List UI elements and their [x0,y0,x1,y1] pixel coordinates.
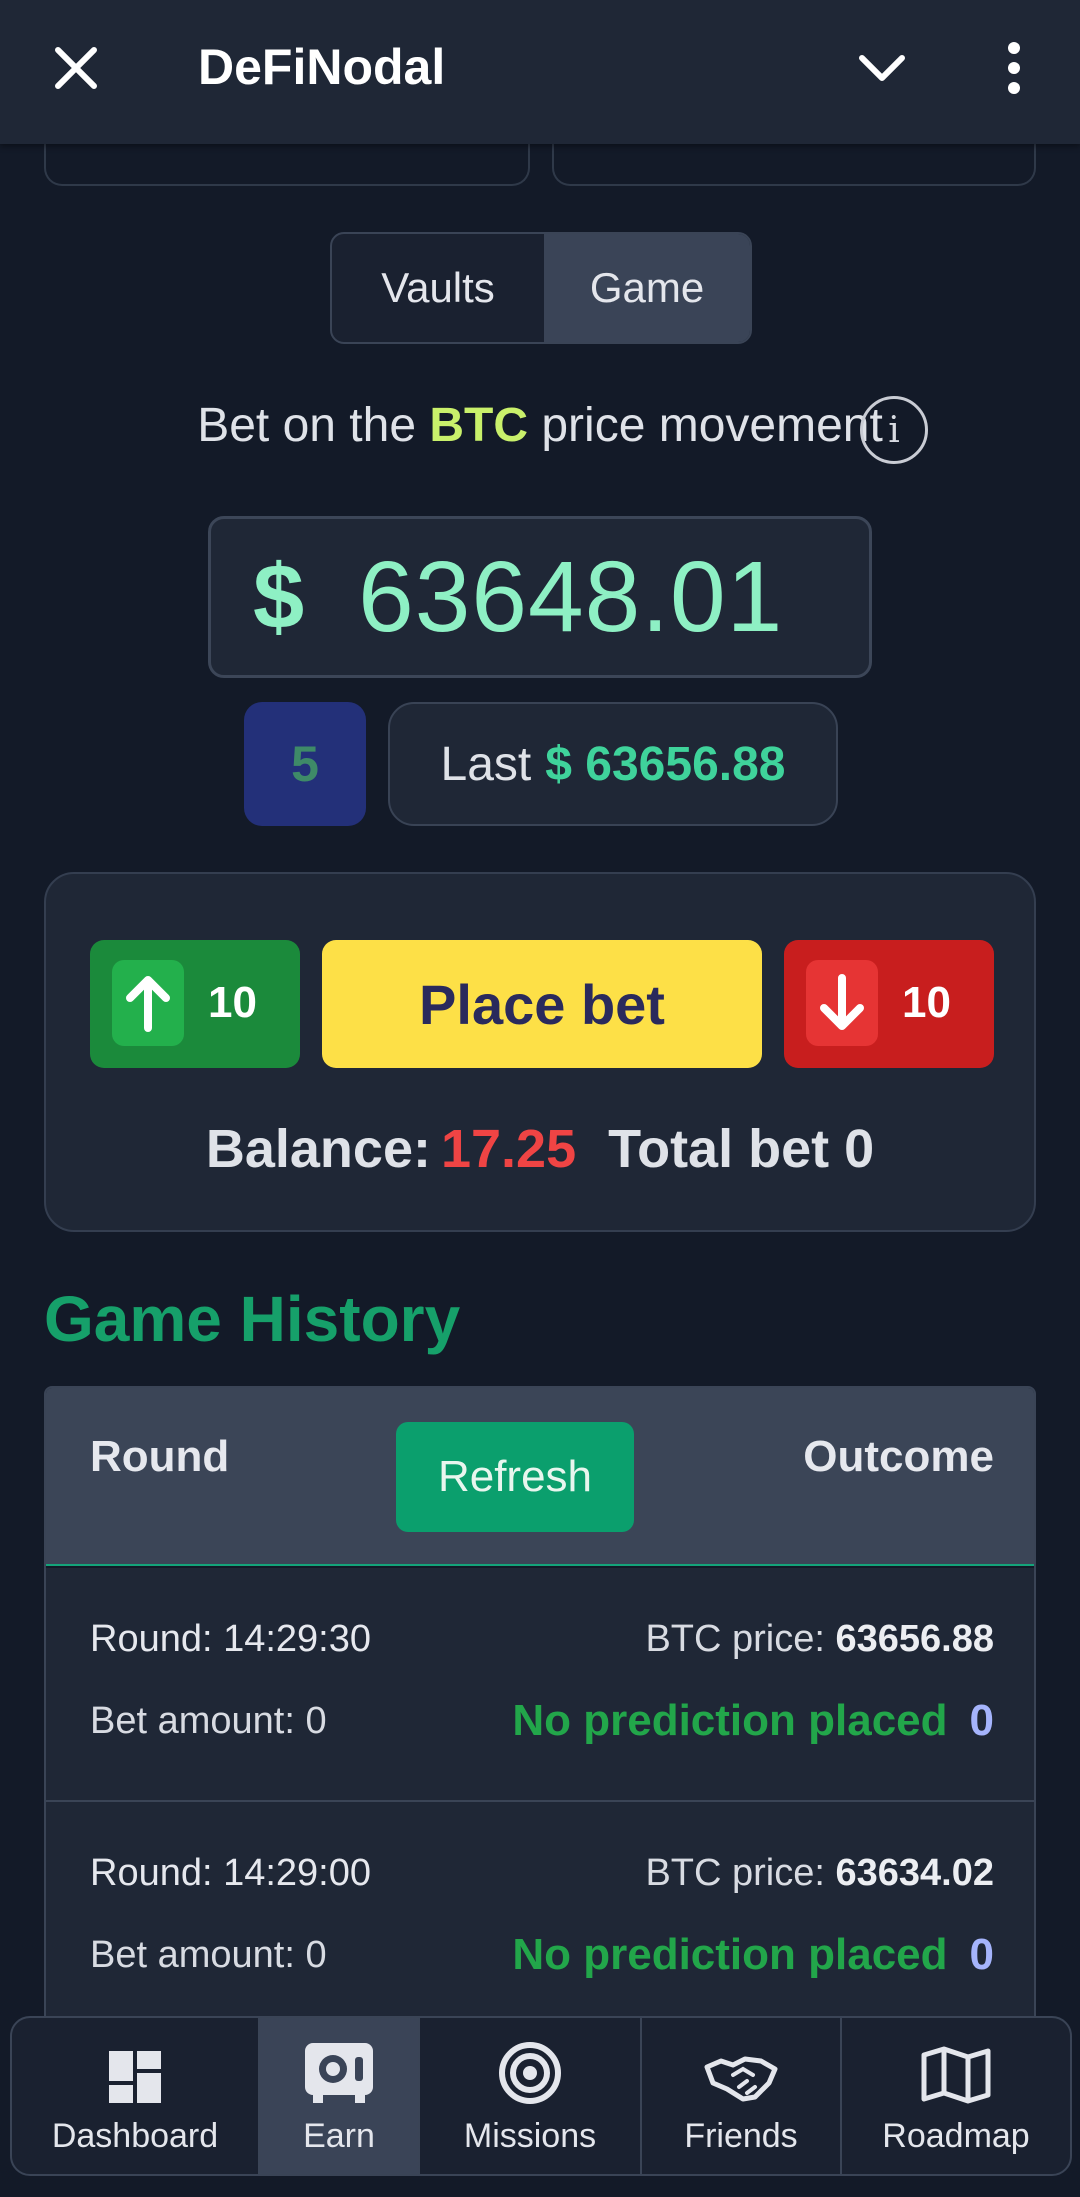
nav-roadmap[interactable]: Roadmap [842,2018,1070,2174]
bet-amount: Bet amount: 0 [90,1700,327,1742]
safe-icon [305,2043,373,2103]
nav-roadmap-label: Roadmap [882,2117,1030,2155]
balance-line: Balance: 17.25 Total bet 0 [46,1118,1034,1180]
total-bet: Total bet 0 [608,1119,875,1179]
btc-price-value: 63634.02 [835,1852,995,1894]
arrow-up-icon [112,960,184,1046]
nav-dashboard[interactable]: Dashboard [12,2018,260,2174]
prediction-status: No prediction placed [512,1696,948,1745]
target-icon [499,2042,561,2104]
bet-prompt-prefix: Bet on the [197,399,430,452]
round-result: 0 [969,1696,994,1745]
btc-price-value: 63656.88 [835,1618,995,1660]
view-tabs: Vaults Game [330,232,752,344]
bet-panel: 10 Place bet 10 Balance: 17.25 Total bet 0 [44,872,1036,1232]
nav-friends[interactable]: Friends [642,2018,842,2174]
app-bar: DeFiNodal [0,0,1080,144]
bet-down-amount: 10 [902,978,951,1027]
nav-missions[interactable]: Missions [420,2018,642,2174]
bet-up-button[interactable]: 10 [90,940,300,1068]
current-price-display: $ 63648.01 [208,516,872,678]
btc-price: BTC price: 63656.88 [645,1618,994,1661]
bet-prompt-suffix: price movement [528,399,883,452]
bet-amount: Bet amount: 0 [90,1934,327,1976]
app-title: DeFiNodal [198,39,446,95]
nav-earn-label: Earn [303,2117,375,2155]
prediction-status: No prediction placed [512,1930,948,1979]
price-currency-symbol: $ [253,545,305,648]
round-time: Round: 14:29:30 [90,1618,372,1660]
current-price-value: 63648.01 [358,540,784,653]
round-column-header: Round [90,1432,230,1481]
tab-vaults[interactable]: Vaults [332,234,544,342]
tab-game[interactable]: Game [544,234,750,342]
refresh-button[interactable]: Refresh [396,1422,634,1532]
outcome-column-header: Outcome [803,1432,994,1481]
history-row: Round: 14:29:00 BTC price: 63634.02 Bet … [46,1802,1034,2020]
bet-prompt-asset: BTC [429,399,529,452]
last-price-value: $ 63656.88 [545,737,786,791]
round-result: 0 [969,1930,994,1979]
balance-value: 17.25 [440,1119,577,1179]
history-header: Round Refresh Outcome [46,1388,1034,1566]
bet-up-amount: 10 [208,978,257,1027]
btc-price-label: BTC price: [645,1618,825,1660]
close-icon[interactable] [48,40,104,96]
info-icon[interactable]: i [860,396,928,464]
last-price-label: Last [440,737,532,791]
handshake-icon [704,2056,778,2102]
btc-price: BTC price: 63634.02 [645,1852,994,1895]
bottom-nav: Dashboard Earn Missions Friends Roadmap [10,2016,1072,2176]
place-bet-button[interactable]: Place bet [322,940,762,1068]
history-row: Round: 14:29:30 BTC price: 63656.88 Bet … [46,1568,1034,1802]
nav-dashboard-label: Dashboard [51,2117,219,2155]
more-options-icon[interactable] [1000,40,1028,96]
nav-friends-label: Friends [684,2117,798,2155]
round-countdown: 5 [244,702,366,826]
bet-down-button[interactable]: 10 [784,940,994,1068]
arrow-down-icon [806,960,878,1046]
game-history-table: Round Refresh Outcome Round: 14:29:30 BT… [44,1386,1036,2020]
nav-missions-label: Missions [463,2117,597,2155]
chevron-down-icon[interactable] [854,46,910,90]
game-history-title: Game History [44,1283,461,1355]
map-icon [921,2046,991,2104]
last-price-box: Last $ 63656.88 [388,702,838,826]
btc-price-label: BTC price: [645,1852,825,1894]
round-time: Round: 14:29:00 [90,1852,372,1894]
round-outcome: No prediction placed 0 [512,1930,994,1980]
dashboard-icon [109,2051,161,2103]
nav-earn[interactable]: Earn [260,2018,420,2174]
round-outcome: No prediction placed 0 [512,1696,994,1746]
balance-label: Balance: [205,1119,431,1179]
